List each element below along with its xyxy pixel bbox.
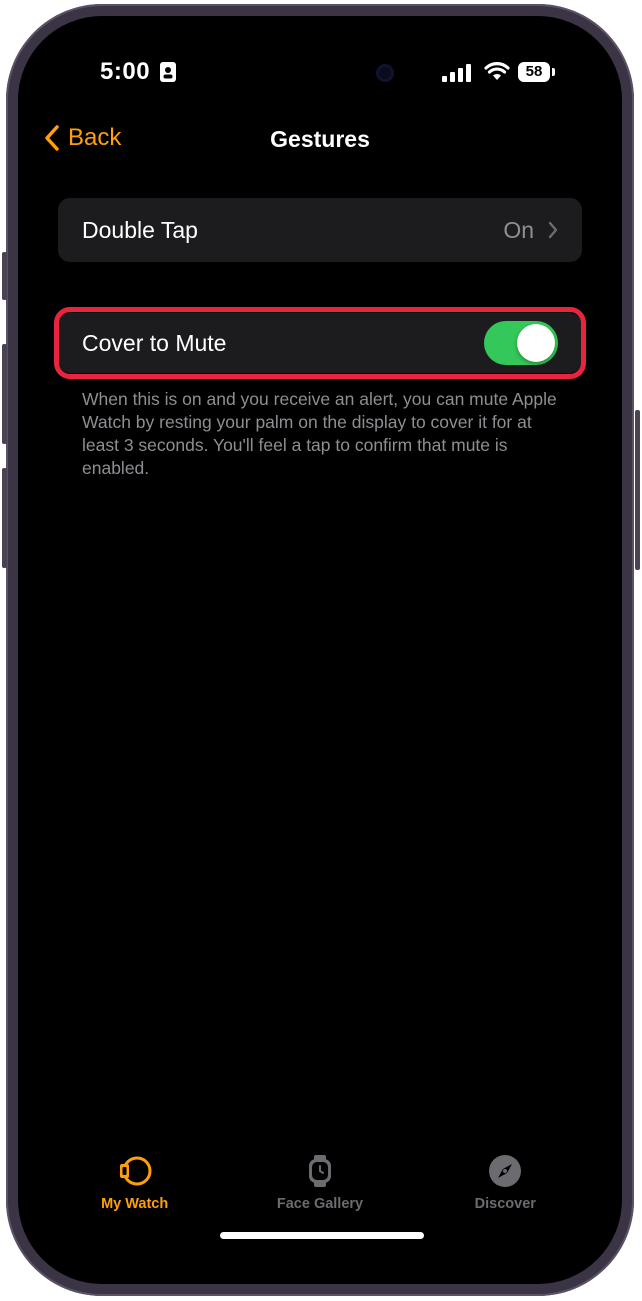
compass-icon	[489, 1155, 522, 1187]
wifi-icon	[484, 62, 510, 80]
action-button	[2, 252, 7, 300]
side-button	[635, 410, 640, 570]
camera	[376, 64, 394, 82]
double-tap-label: Double Tap	[82, 216, 198, 243]
cover-to-mute-description: When this is on and you receive an alert…	[82, 389, 557, 478]
screen: 5:00 58 Back Gestures Double Tap On Cove…	[18, 16, 622, 1284]
contact-card-icon	[160, 62, 176, 82]
battery-nub	[552, 68, 555, 76]
tab-bar: My Watch Face Gallery Discover	[18, 1154, 622, 1212]
volume-down-button	[2, 468, 7, 568]
tab-label: My Watch	[101, 1196, 169, 1212]
tab-label: Discover	[474, 1196, 536, 1212]
tab-discover[interactable]: Discover	[430, 1154, 580, 1212]
chevron-right-icon	[548, 221, 558, 239]
double-tap-value: On	[503, 216, 534, 243]
cellular-signal-icon	[442, 64, 471, 82]
tab-my-watch[interactable]: My Watch	[60, 1154, 210, 1212]
home-indicator[interactable]	[220, 1232, 424, 1239]
watch-orange-icon	[119, 1156, 152, 1186]
status-time: 5:00	[100, 58, 151, 85]
page-title: Gestures	[270, 126, 370, 152]
highlight-box	[54, 307, 586, 379]
tab-label: Face Gallery	[276, 1196, 364, 1212]
double-tap-row[interactable]: Double Tap On	[58, 198, 582, 262]
volume-up-button	[2, 344, 7, 444]
battery-indicator: 58	[518, 62, 550, 82]
tab-face-gallery[interactable]: Face Gallery	[245, 1154, 395, 1212]
watch-face-icon	[308, 1155, 331, 1187]
